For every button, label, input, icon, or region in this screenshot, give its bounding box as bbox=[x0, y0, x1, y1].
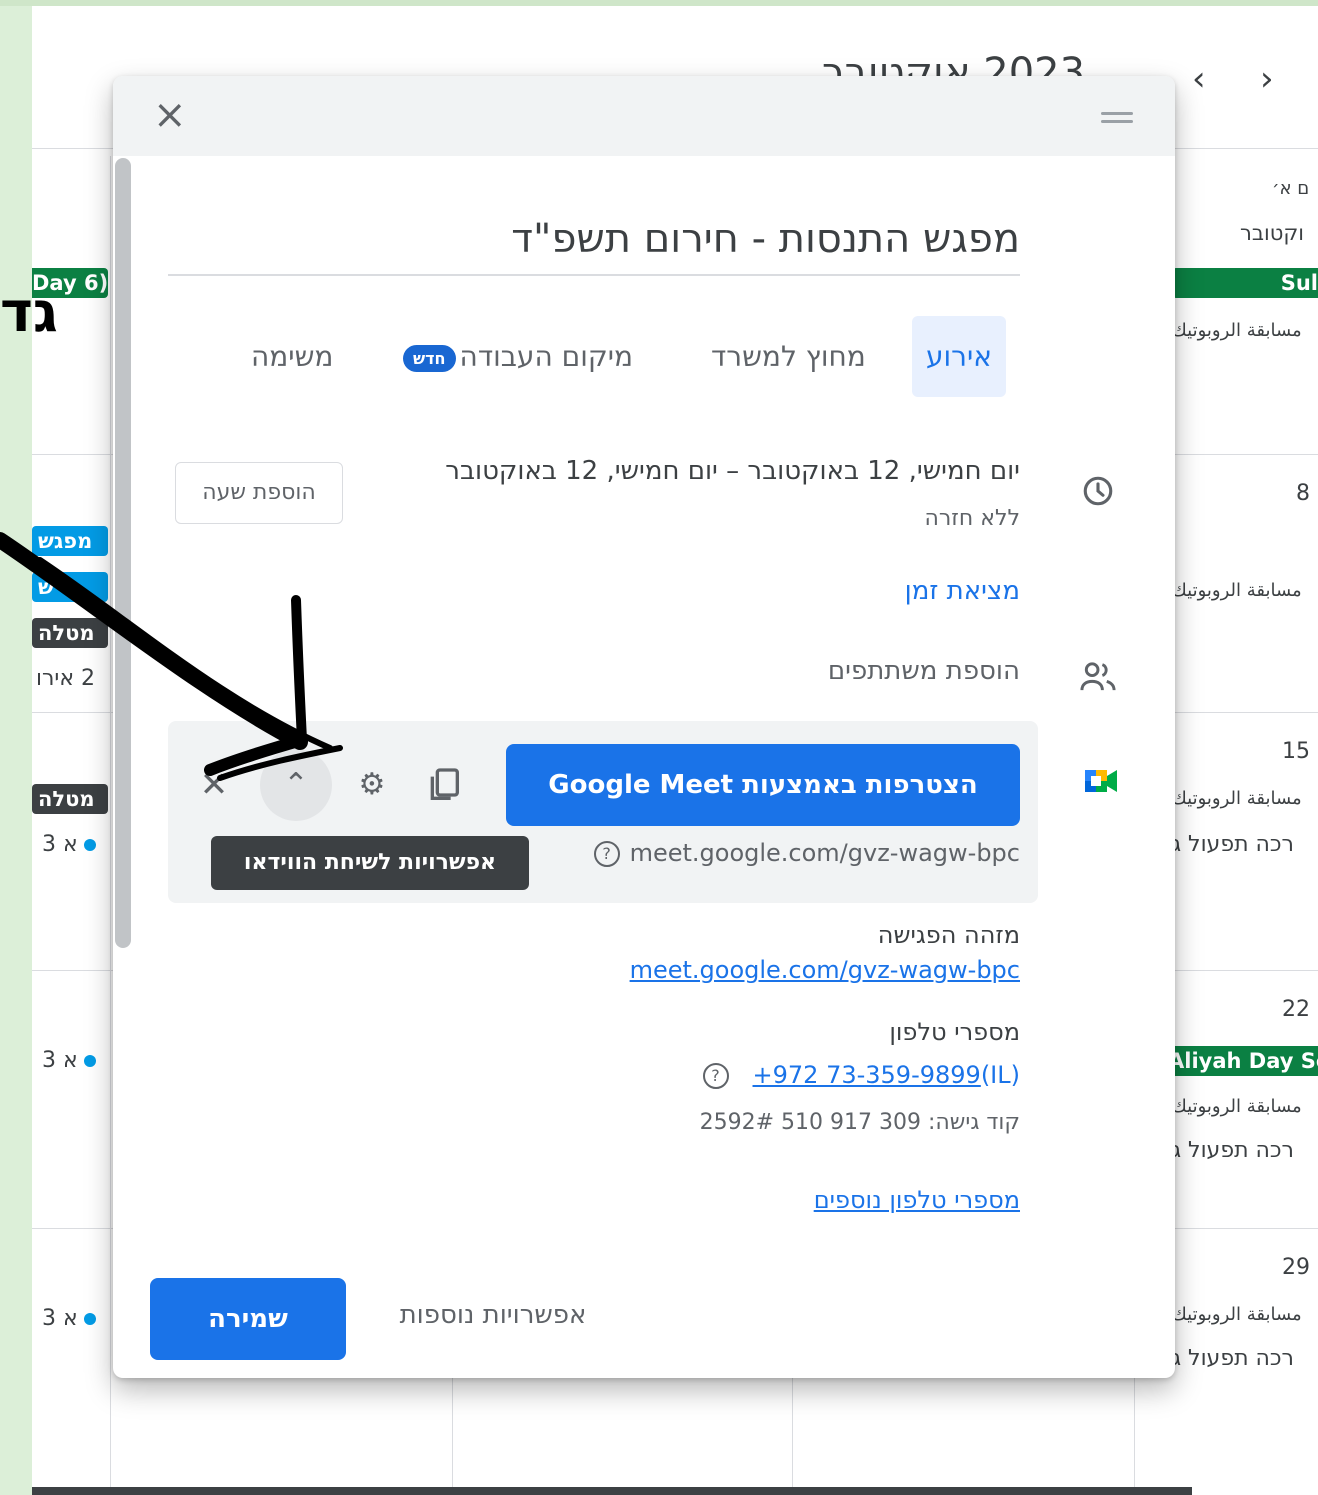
hand-drawn-arrow-icon bbox=[0, 532, 343, 781]
